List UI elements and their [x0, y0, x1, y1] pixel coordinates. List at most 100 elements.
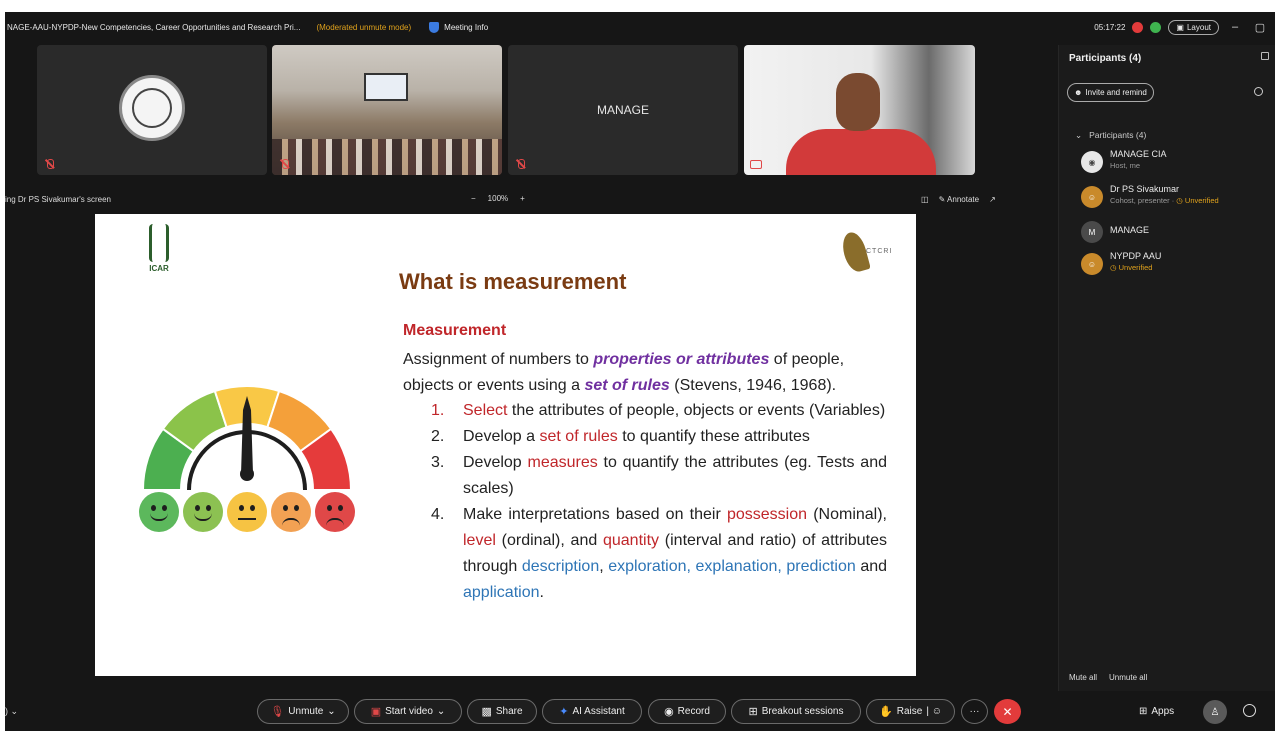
para-emphasis: properties or attributes [593, 351, 770, 368]
invite-label: Invite and remind [1085, 88, 1147, 97]
layout-label: Layout [1186, 22, 1211, 32]
user-icon: ☻ [1074, 88, 1083, 97]
list-item: 2. Develop a set of rules to quantify th… [431, 424, 887, 450]
meeting-info-button[interactable]: Meeting Info [429, 21, 488, 33]
participants-toggle-button[interactable]: ♙ [1203, 700, 1227, 724]
invite-remind-button[interactable]: ☻ Invite and remind [1067, 83, 1154, 102]
recording-indicator-icon [1132, 21, 1144, 33]
ai-assistant-label: AI Assistant [572, 706, 625, 717]
unmute-button[interactable]: 🎙 Unmute ⌄ [257, 699, 349, 724]
share-label: Share [495, 706, 523, 717]
participant-item[interactable]: ☺ Dr PS Sivakumar Cohost, presenter · ◷ … [1081, 184, 1271, 212]
participant-item[interactable]: M MANAGE [1081, 219, 1271, 247]
avatar: ☺ [1081, 186, 1103, 208]
search-icon[interactable] [1254, 87, 1263, 96]
chat-icon[interactable] [1243, 704, 1256, 717]
participants-header: Participants (4) [1069, 53, 1142, 64]
apps-icon: ⊞ [1139, 706, 1148, 717]
popout-panel-icon[interactable] [1261, 52, 1269, 60]
reactions-icon[interactable]: | ☺ [926, 706, 942, 717]
video-tile-manage[interactable]: MANAGE [508, 45, 738, 175]
camera-icon [750, 160, 762, 169]
gauge-illustration [141, 385, 353, 491]
participant-name-label: MANAGE [596, 103, 649, 117]
popout-icon[interactable]: ◫ [921, 195, 929, 204]
share-button[interactable]: ▩ Share [467, 699, 537, 724]
avatar: ☺ [1081, 253, 1103, 275]
panel-footer: Mute all Unmute all [1069, 673, 1147, 682]
zoom-controls: − 100% + [471, 194, 525, 203]
participant-role: Cohost, presenter · ◷ Unverified [1110, 196, 1219, 205]
unmute-mode-badge: (Moderated unmute mode) [316, 22, 412, 32]
very-happy-face-icon [139, 492, 179, 532]
participant-name: NYPDP AAU [1110, 251, 1162, 261]
group-label: Participants (4) [1089, 130, 1147, 140]
avatar: M [1081, 221, 1103, 243]
start-video-button[interactable]: ▣ Start video ⌄ [354, 699, 462, 724]
participant-item[interactable]: ◉ MANAGE CIA Host, me [1081, 149, 1271, 177]
list-number: 2. [431, 428, 445, 445]
zoom-out-button[interactable]: − [471, 194, 476, 203]
unmute-all-button[interactable]: Unmute all [1109, 673, 1147, 682]
chevron-down-icon: ⌄ [1075, 130, 1083, 140]
layout-button[interactable]: ▣ Layout [1168, 19, 1219, 35]
unmute-label: Unmute [288, 706, 324, 717]
video-tile-classroom[interactable] [272, 45, 502, 175]
breakout-sessions-button[interactable]: ⊞ Breakout sessions [731, 699, 861, 724]
raise-hand-icon: ✋ [879, 706, 893, 718]
very-sad-face-icon [315, 492, 355, 532]
annotate-button[interactable]: ✎ Annotate [939, 195, 980, 204]
mute-all-button[interactable]: Mute all [1069, 673, 1097, 682]
list-text: Make interpretations based on their poss… [463, 506, 888, 601]
share-screen-icon: ▩ [481, 706, 492, 718]
participant-name: MANAGE [1110, 225, 1150, 235]
start-video-label: Start video [385, 706, 433, 717]
fullscreen-icon[interactable]: ↗ [989, 195, 996, 204]
apps-label: Apps [1151, 706, 1175, 717]
icar-logo: ICAR [135, 224, 183, 280]
meeting-controls: ) ⌄ 🎙 Unmute ⌄ ▣ Start video ⌄ ▩ Share ✦… [5, 696, 1275, 731]
participants-group-toggle[interactable]: ⌄ Participants (4) [1075, 130, 1146, 141]
audio-options-chevron[interactable]: ) ⌄ [5, 706, 18, 717]
participant-item[interactable]: ☺ NYPDP AAU ◷ Unverified [1081, 251, 1271, 279]
mic-muted-icon [516, 159, 525, 169]
breakout-label: Breakout sessions [761, 706, 844, 717]
titlebar-right: 05:17:22 ▣ Layout – ▢ [1094, 12, 1269, 42]
list-text: Select the attributes of people, objects… [463, 402, 886, 419]
neutral-face-icon [227, 492, 267, 532]
end-call-button[interactable]: ✕ [994, 699, 1021, 724]
unverified-badge: ◷ Unverified [1176, 196, 1219, 205]
record-button[interactable]: ◉ Record [648, 699, 726, 724]
annotate-controls: ◫ ✎ Annotate ↗ [921, 195, 996, 204]
title-bar: NAGE-AAU-NYPDP-New Competencies, Career … [5, 12, 1275, 42]
more-options-button[interactable]: ··· [961, 699, 988, 724]
slide-title: What is measurement [399, 269, 627, 294]
video-tile-presenter[interactable] [744, 45, 975, 175]
list-item: 4. Make interpretations based on their p… [431, 502, 887, 606]
manage-logo [119, 75, 185, 141]
video-tile-manage-cia[interactable] [37, 45, 267, 175]
apps-button[interactable]: ⊞ Apps [1139, 706, 1174, 717]
classroom-video [272, 45, 502, 175]
ai-assistant-button[interactable]: ✦ AI Assistant [542, 699, 642, 724]
avatar: ◉ [1081, 151, 1103, 173]
participants-panel: Participants (4) ☻ Invite and remind ⌄ P… [1058, 45, 1275, 691]
emoji-scale [139, 492, 359, 534]
participant-role: Host, me [1110, 161, 1141, 170]
meeting-title: NAGE-AAU-NYPDP-New Competencies, Career … [7, 22, 301, 32]
minimize-button[interactable]: – [1226, 21, 1244, 33]
list-text: Develop measures to quantify the attribu… [463, 454, 888, 497]
list-item: 1. Select the attributes of people, obje… [431, 398, 887, 424]
para-emphasis: set of rules [584, 377, 670, 394]
chevron-down-icon: ⌄ [327, 706, 336, 717]
icar-logo-text: ICAR [149, 264, 169, 273]
annotate-label: Annotate [947, 195, 980, 204]
slide-subheading: Measurement [403, 322, 507, 339]
gauge-hub [240, 467, 254, 481]
para-text: (Stevens, 1946, 1968). [669, 377, 837, 394]
breakout-grid-icon: ⊞ [748, 706, 758, 718]
raise-hand-button[interactable]: ✋ Raise | ☺ [866, 699, 955, 724]
zoom-in-button[interactable]: + [520, 194, 525, 203]
restore-button[interactable]: ▢ [1251, 21, 1269, 34]
ctcri-logo-text: CTCRI [866, 248, 893, 255]
